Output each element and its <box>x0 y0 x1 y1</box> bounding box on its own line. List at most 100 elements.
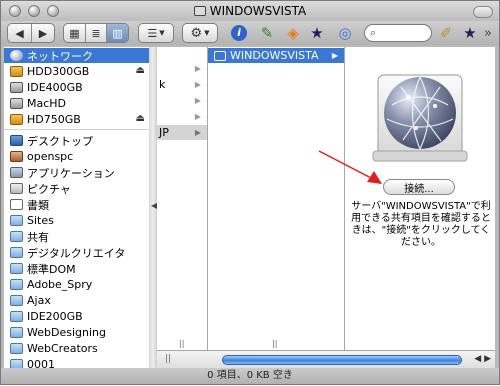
column-1: ▶ k ▶ ▶ ▶ JP ▶ || <box>157 47 208 350</box>
column-1-row[interactable]: ▶ <box>157 93 207 108</box>
drive-icon <box>10 98 23 109</box>
search-field[interactable]: ⌕ <box>364 24 432 42</box>
sidebar-item-desktop[interactable]: デスクトップ <box>4 133 149 148</box>
sidebar-item-ide400gb[interactable]: IDE400GB <box>4 80 149 95</box>
sidebar-item-webcreators[interactable]: WebCreators <box>4 341 149 356</box>
scroll-right-icon[interactable]: ▶ <box>484 354 491 364</box>
home-icon <box>10 151 23 162</box>
search-input[interactable] <box>381 26 429 40</box>
script-editor-button[interactable]: ✐ <box>436 23 456 43</box>
info-button[interactable]: i <box>229 23 249 43</box>
left-arrow-icon: ◀ <box>15 26 24 40</box>
scroll-arrows: ◀ ▶ <box>474 354 491 364</box>
chevron-right-icon: ▶ <box>194 64 201 73</box>
folder-icon <box>10 295 23 306</box>
script-icon: ✐ <box>439 24 453 42</box>
column-resize-handle[interactable]: || <box>272 339 277 348</box>
bookmark-app-button[interactable]: ★ <box>460 23 480 43</box>
column-1-row[interactable]: ▶ <box>157 61 207 76</box>
star-icon: ★ <box>463 24 477 42</box>
scroll-left-icon[interactable]: ◀ <box>474 354 481 364</box>
drive-icon <box>10 82 23 93</box>
view-switcher: ▦ ≣ ▥ <box>63 23 129 43</box>
folder-icon <box>10 311 23 322</box>
column-view-button[interactable]: ▥ <box>107 24 128 42</box>
eject-icon[interactable]: ⏏ <box>136 65 145 76</box>
chevron-right-icon: ▶ <box>194 80 201 89</box>
sidebar-item-standard-dom[interactable]: 標準DOM <box>4 261 149 276</box>
chevron-right-icon: ▶ <box>331 51 338 60</box>
title-bar: WINDOWSVISTA <box>1 1 499 21</box>
server-icon <box>372 74 468 162</box>
chevron-right-icon: ▶ <box>194 112 201 121</box>
folder-icon <box>10 279 23 290</box>
sidebar-item-documents[interactable]: 書類 <box>4 197 149 212</box>
column-resize-handle[interactable]: || <box>179 339 184 348</box>
connect-button[interactable]: 接続... <box>383 179 455 195</box>
column-1-row[interactable]: k ▶ <box>157 77 207 92</box>
more-toolbar-button[interactable]: » <box>481 23 495 43</box>
folder-icon <box>10 327 23 338</box>
app-launcher-button[interactable]: ◈ <box>283 23 303 43</box>
scroll-thumb[interactable] <box>222 355 462 365</box>
finder-window: WINDOWSVISTA ◀ ▶ ▦ ≣ ▥ ☰ ▼ ⚙ ▼ i ✎ ◈ ★ ◎… <box>0 0 500 385</box>
folder-icon <box>10 343 23 354</box>
sidebar-item-adobe-spry[interactable]: Adobe_Spry <box>4 277 149 292</box>
gear-icon: ⚙ <box>190 25 203 41</box>
back-forward-control: ◀ ▶ <box>7 23 55 43</box>
folder-icon <box>10 215 23 226</box>
icon-view-button[interactable]: ▦ <box>64 24 86 42</box>
sidebar-item-shared[interactable]: 共有 <box>4 229 149 244</box>
eject-icon[interactable]: ⏏ <box>136 113 145 124</box>
column-view-icon: ▥ <box>112 26 123 40</box>
horizontal-scrollbar[interactable]: || ◀ ▶ <box>157 350 495 369</box>
edit-tool-button[interactable]: ✎ <box>257 23 277 43</box>
window-title: WINDOWSVISTA <box>1 4 499 18</box>
column-2-row-selected[interactable]: WINDOWSVISTA ▶ <box>208 48 344 63</box>
favorite-app-button[interactable]: ★ <box>307 23 327 43</box>
sidebar-item-hd750gb[interactable]: HD750GB ⏏ <box>4 112 149 127</box>
chevron-down-icon: ▼ <box>204 29 210 37</box>
compass-icon: ◎ <box>338 24 352 42</box>
sidebar-item-pictures[interactable]: ピクチャ <box>4 181 149 196</box>
sidebar-item-hdd300gb[interactable]: HDD300GB ⏏ <box>4 64 149 79</box>
icon-view-icon: ▦ <box>69 26 80 40</box>
documents-icon <box>10 199 23 210</box>
sidebar-item-digital-creator[interactable]: デジタルクリエイタ <box>4 245 149 260</box>
folder-icon <box>10 263 23 274</box>
sidebar-item-0001[interactable]: 0001 <box>4 357 149 368</box>
chevron-right-icon: ▶ <box>194 96 201 105</box>
column-1-row-selected[interactable]: JP ▶ <box>157 125 207 140</box>
back-button[interactable]: ◀ <box>8 24 32 42</box>
info-icon: i <box>231 25 247 41</box>
sidebar-item-sites[interactable]: Sites <box>4 213 149 228</box>
list-view-icon: ≣ <box>91 26 101 40</box>
sidebar-item-webdesigning[interactable]: WebDesigning <box>4 325 149 340</box>
scroll-grip-icon: || <box>165 354 172 364</box>
sidebar-item-ide200gb[interactable]: IDE200GB <box>4 309 149 324</box>
right-arrow-icon: ▶ <box>38 26 48 40</box>
folder-icon <box>10 231 23 242</box>
sidebar-item-network[interactable]: ネットワーク <box>4 48 149 63</box>
globe-icon <box>10 50 23 61</box>
safari-button[interactable]: ◎ <box>335 23 355 43</box>
status-bar: 0 項目、0 KB 空き <box>1 368 499 384</box>
arrange-menu-button[interactable]: ☰ ▼ <box>138 23 174 43</box>
sidebar-item-openspc[interactable]: openspc <box>4 149 149 164</box>
network-share-icon <box>214 50 226 61</box>
column-1-row[interactable]: ▶ <box>157 109 207 124</box>
toolbar: ◀ ▶ ▦ ≣ ▥ ☰ ▼ ⚙ ▼ i ✎ ◈ ★ ◎ ⌕ ✐ ★ » <box>1 21 499 45</box>
action-menu-button[interactable]: ⚙ ▼ <box>182 23 218 43</box>
drive-icon <box>10 66 23 77</box>
sidebar-item-ajax[interactable]: Ajax <box>4 293 149 308</box>
sidebar-item-applications[interactable]: アプリケーション <box>4 165 149 180</box>
sidebar-item-machd[interactable]: MacHD <box>4 96 149 111</box>
forward-button[interactable]: ▶ <box>32 24 54 42</box>
toolbar-toggle-button[interactable] <box>473 6 493 18</box>
list-view-button[interactable]: ≣ <box>86 24 108 42</box>
chevron-down-icon: ▼ <box>159 29 165 37</box>
chevron-right-icon: ▶ <box>194 128 201 137</box>
folder-icon <box>10 247 23 258</box>
search-icon: ⌕ <box>370 26 377 39</box>
more-icon: » <box>484 25 492 41</box>
